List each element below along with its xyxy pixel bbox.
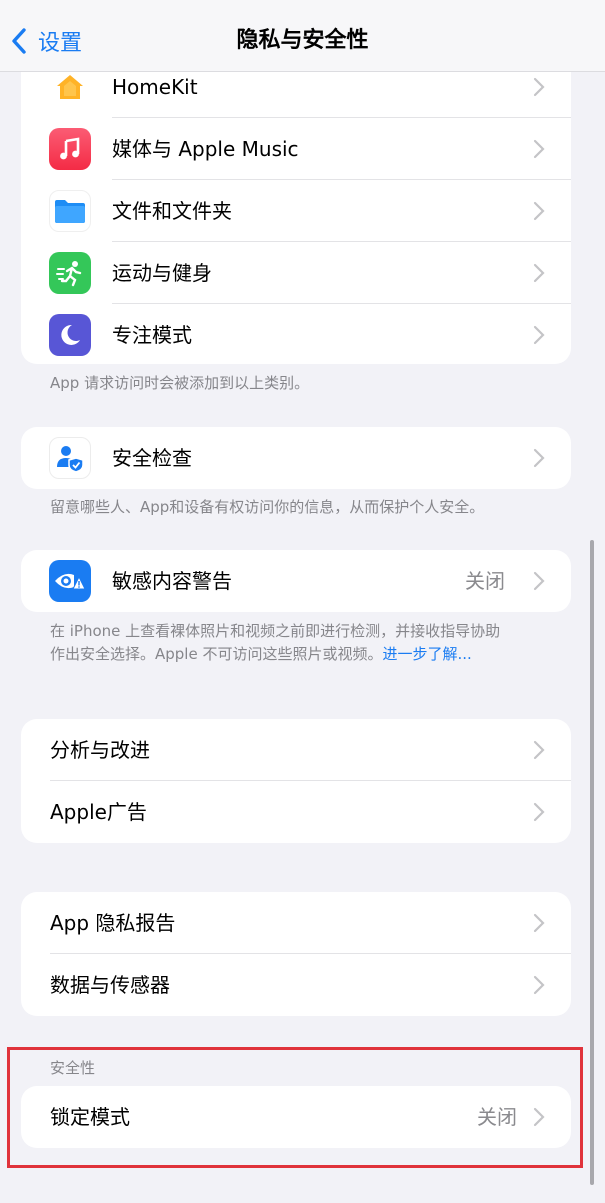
row-label: 专注模式 bbox=[112, 323, 192, 347]
row-label: 运动与健身 bbox=[112, 261, 212, 285]
row-value: 关闭 bbox=[465, 569, 505, 593]
row-label: 安全检查 bbox=[112, 446, 192, 470]
chevron-right-icon bbox=[533, 740, 545, 760]
chevron-right-icon bbox=[533, 913, 545, 933]
app-permissions-group: HomeKit 媒体与 Apple Music 文件和文件夹 运动与健身 专注模… bbox=[21, 56, 571, 364]
row-label: Apple广告 bbox=[50, 800, 147, 824]
music-icon bbox=[49, 128, 91, 170]
chevron-right-icon bbox=[533, 263, 545, 283]
row-safety-check[interactable]: 安全检查 bbox=[21, 427, 571, 489]
sensitive-content-group: 敏感内容警告 关闭 bbox=[21, 550, 571, 612]
sensitive-content-icon bbox=[49, 560, 91, 602]
privacy-security-page: HomeKit 媒体与 Apple Music 文件和文件夹 运动与健身 专注模… bbox=[0, 0, 605, 1203]
learn-more-link[interactable]: 进一步了解... bbox=[382, 645, 471, 663]
chevron-right-icon bbox=[533, 448, 545, 468]
row-label: App 隐私报告 bbox=[50, 911, 176, 935]
row-label: 媒体与 Apple Music bbox=[112, 137, 299, 161]
chevron-right-icon bbox=[533, 139, 545, 159]
row-apple-ads[interactable]: Apple广告 bbox=[21, 781, 571, 843]
chevron-right-icon bbox=[533, 325, 545, 345]
row-data-sensors[interactable]: 数据与传感器 bbox=[21, 954, 571, 1016]
highlight-annotation-box bbox=[7, 1047, 583, 1168]
navigation-bar: 设置 隐私与安全性 bbox=[0, 0, 605, 72]
scrollbar[interactable] bbox=[590, 540, 594, 1185]
row-label: 敏感内容警告 bbox=[112, 569, 232, 593]
row-label: 文件和文件夹 bbox=[112, 199, 232, 223]
row-analytics[interactable]: 分析与改进 bbox=[21, 719, 571, 781]
row-fitness[interactable]: 运动与健身 bbox=[21, 242, 571, 304]
page-title: 隐私与安全性 bbox=[236, 28, 369, 53]
chevron-right-icon bbox=[533, 77, 545, 97]
safety-check-icon bbox=[49, 437, 91, 479]
row-label: 分析与改进 bbox=[50, 738, 150, 762]
safety-check-group: 安全检查 bbox=[21, 427, 571, 489]
homekit-icon bbox=[49, 66, 91, 108]
analytics-group: 分析与改进 Apple广告 bbox=[21, 719, 571, 843]
group1-footer: App 请求访问时会被添加到以上类别。 bbox=[50, 374, 310, 392]
chevron-right-icon bbox=[533, 571, 545, 591]
row-files-folders[interactable]: 文件和文件夹 bbox=[21, 180, 571, 242]
row-focus[interactable]: 专注模式 bbox=[21, 304, 571, 364]
focus-moon-icon bbox=[49, 314, 91, 356]
files-folder-icon bbox=[49, 190, 91, 232]
chevron-right-icon bbox=[533, 802, 545, 822]
safety-check-footer: 留意哪些人、App和设备有权访问你的信息，从而保护个人安全。 bbox=[50, 498, 485, 516]
row-media-apple-music[interactable]: 媒体与 Apple Music bbox=[21, 118, 571, 180]
chevron-right-icon bbox=[533, 201, 545, 221]
chevron-right-icon bbox=[533, 975, 545, 995]
row-label: 数据与传感器 bbox=[50, 973, 170, 997]
fitness-icon bbox=[49, 252, 91, 294]
reports-group: App 隐私报告 数据与传感器 bbox=[21, 892, 571, 1016]
row-sensitive-content[interactable]: 敏感内容警告 关闭 bbox=[21, 550, 571, 612]
sensitive-content-footer: 在 iPhone 上查看裸体照片和视频之前即进行检测，并接收指导协助作出安全选择… bbox=[50, 620, 510, 666]
row-app-privacy-report[interactable]: App 隐私报告 bbox=[21, 892, 571, 954]
